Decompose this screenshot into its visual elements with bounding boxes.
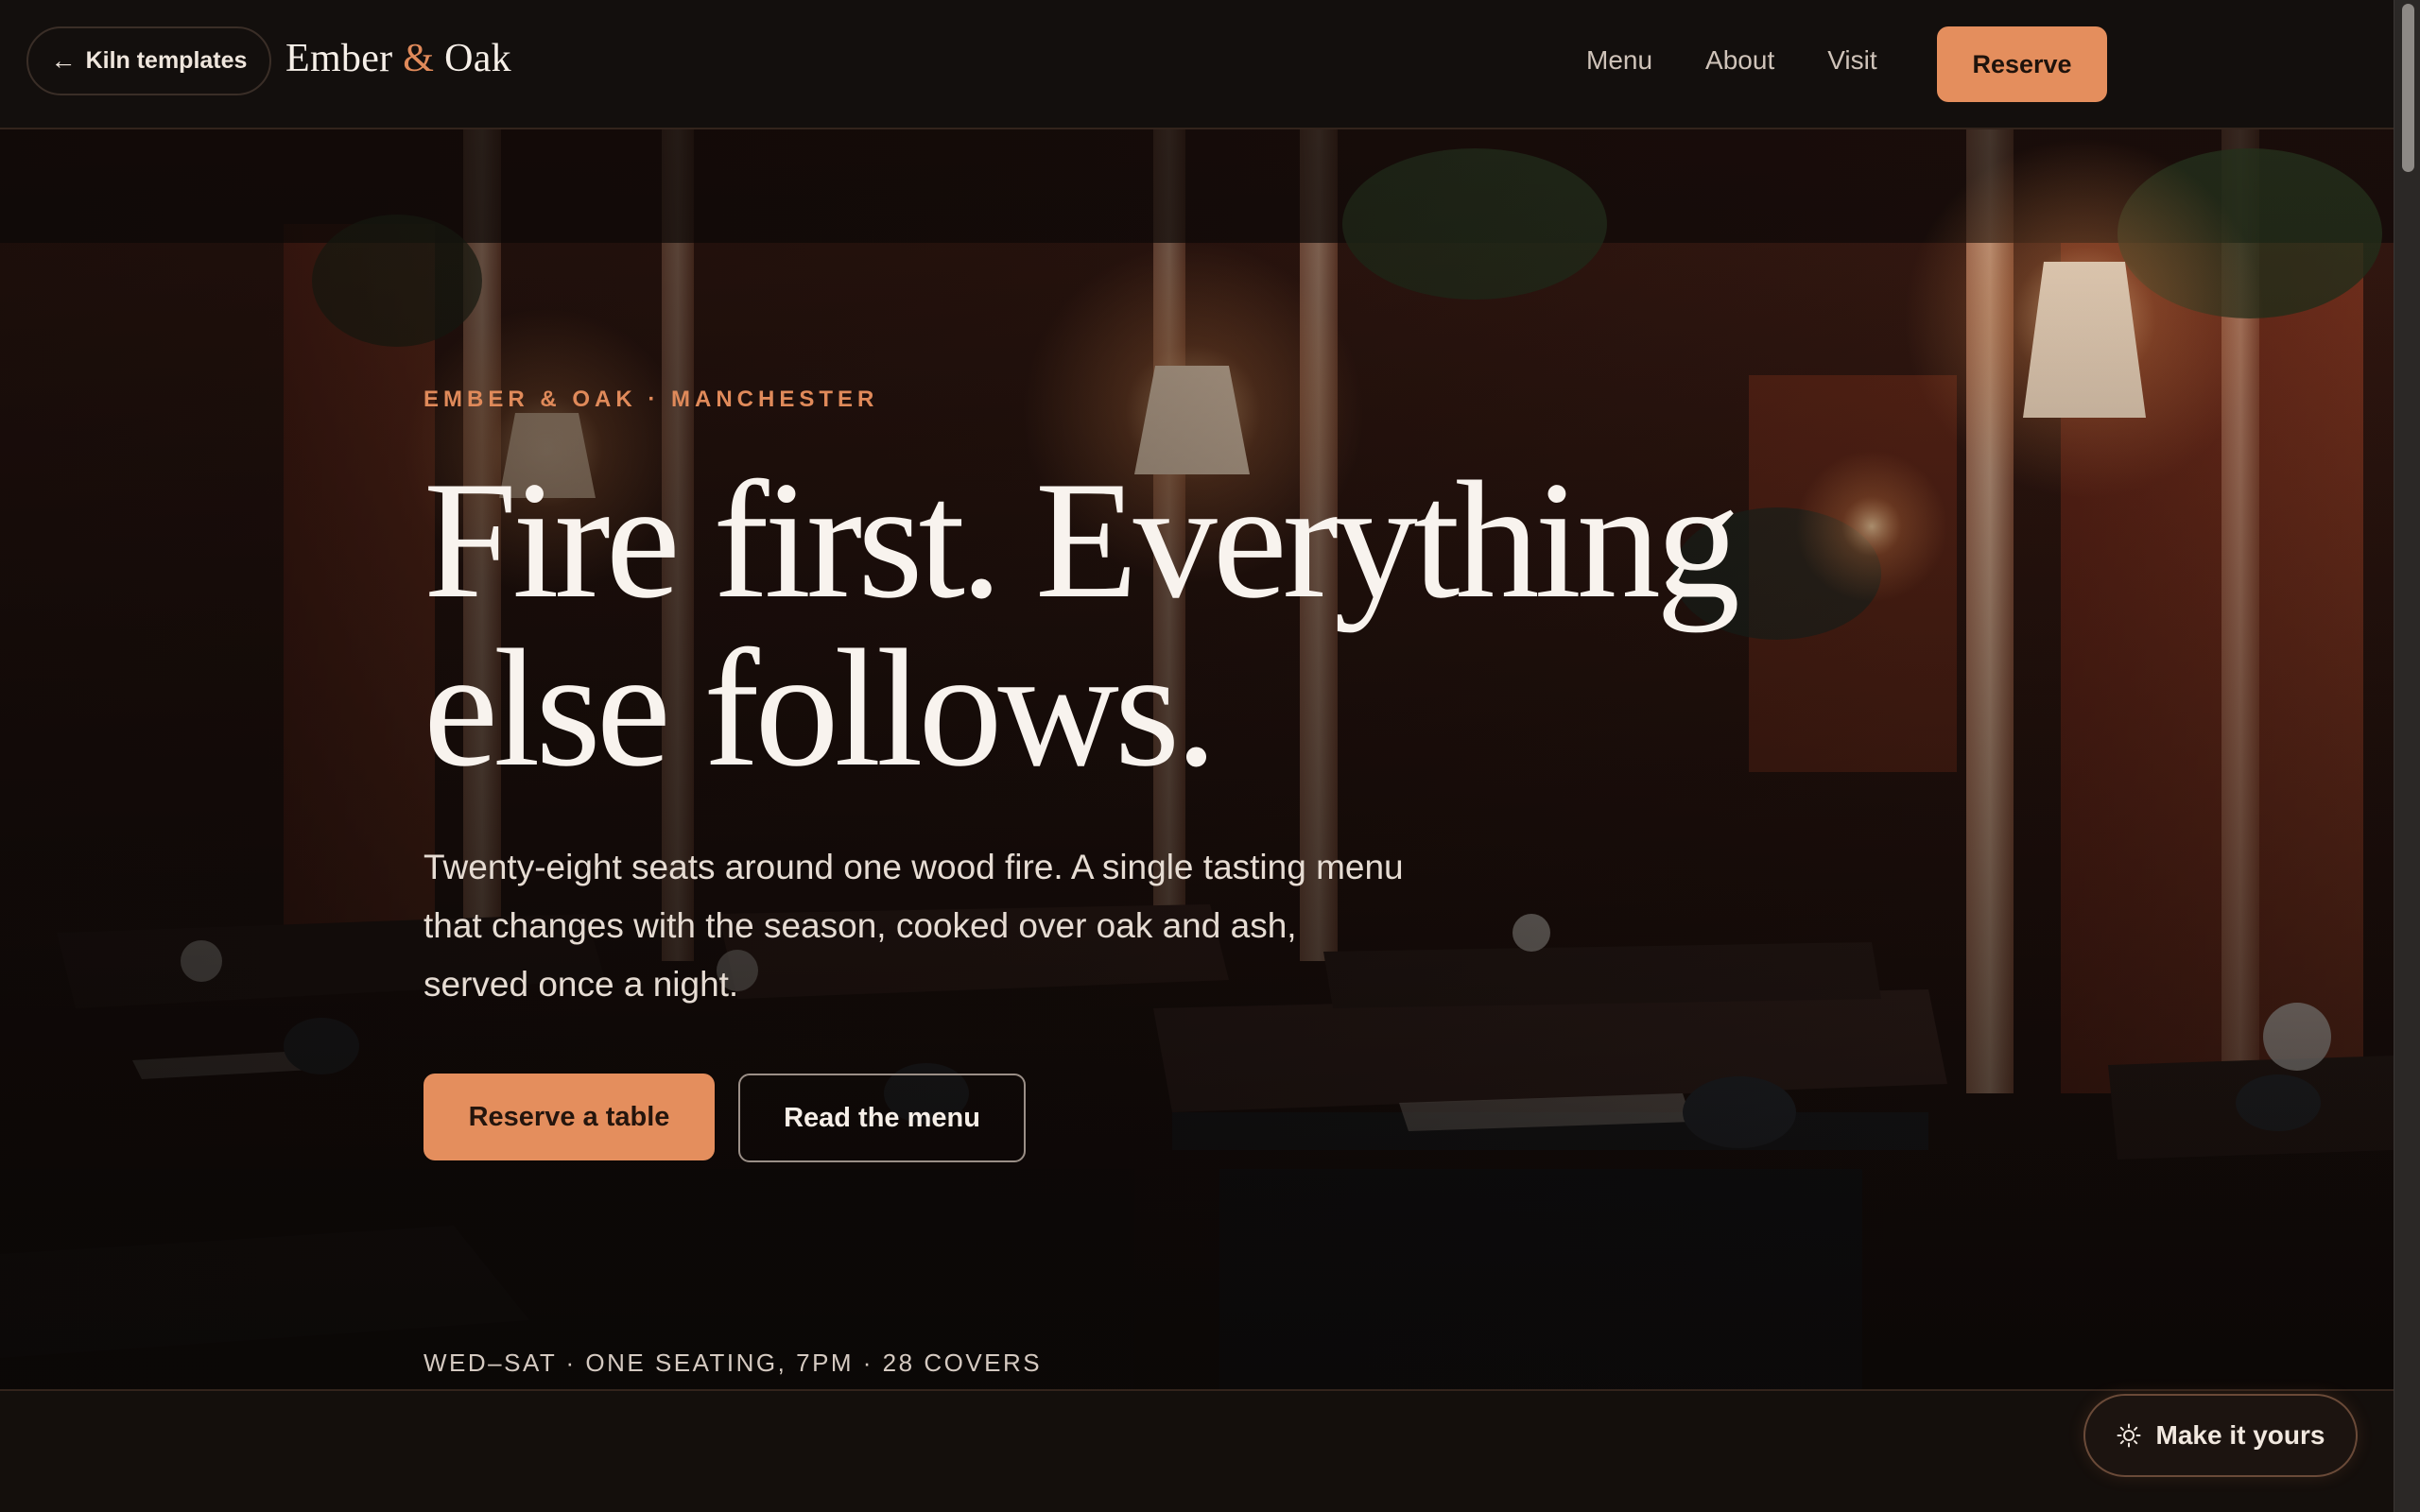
main-nav: Menu About Visit	[1586, 45, 1877, 76]
next-section-band	[0, 1392, 2394, 1512]
brand-name-second: Oak	[444, 37, 511, 80]
hero-headline-line1: Fire first. Everything	[424, 446, 1740, 633]
hero-section: EMBER & OAK · MANCHESTER Fire first. Eve…	[0, 129, 2394, 1391]
service-info: WED–SAT · ONE SEATING, 7PM · 28 COVERS	[424, 1349, 1043, 1377]
nav-about-link[interactable]: About	[1705, 45, 1774, 76]
scrollbar[interactable]	[2394, 0, 2420, 1512]
back-label: Kiln templates	[85, 47, 248, 74]
make-it-yours-label: Make it yours	[2155, 1420, 2325, 1450]
reserve-table-button[interactable]: Reserve a table	[424, 1074, 715, 1160]
read-menu-button[interactable]: Read the menu	[738, 1074, 1026, 1162]
hero-cta-row: Reserve a table Read the menu	[424, 1074, 1026, 1162]
hero-description: Twenty-eight seats around one wood fire.…	[424, 848, 1404, 1004]
site-header: ← Kiln templates Ember & Oak Menu About …	[0, 0, 2394, 129]
nav-menu-link[interactable]: Menu	[1586, 45, 1652, 76]
arrow-left-icon: ←	[50, 46, 77, 75]
brand-name-first: Ember	[285, 37, 393, 80]
back-to-templates-button[interactable]: ← Kiln templates	[26, 26, 271, 95]
hero-eyebrow: EMBER & OAK · MANCHESTER	[424, 387, 879, 412]
scrollbar-thumb[interactable]	[2402, 4, 2414, 172]
page: ← Kiln templates Ember & Oak Menu About …	[0, 0, 2420, 1512]
make-it-yours-button[interactable]: Make it yours	[2083, 1394, 2358, 1477]
sun-icon	[2117, 1423, 2141, 1448]
nav-visit-link[interactable]: Visit	[1827, 45, 1876, 76]
brand-ampersand: &	[403, 37, 435, 80]
hero-headline: Fire first. Everything else follows.	[424, 455, 1747, 792]
reserve-button[interactable]: Reserve	[1937, 26, 2107, 102]
hero-headline-line2: else follows.	[424, 614, 1218, 801]
brand-logo[interactable]: Ember & Oak	[285, 36, 511, 81]
